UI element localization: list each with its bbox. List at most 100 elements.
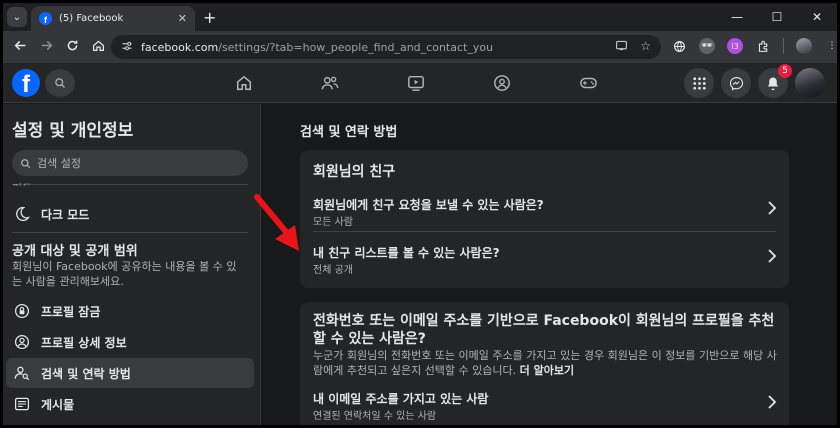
forward-button[interactable] <box>33 39 59 56</box>
card-title: 회원님의 친구 <box>313 164 396 180</box>
puzzle-extensions-icon[interactable] <box>755 38 771 54</box>
friend-list-visibility-row[interactable]: 내 친구 리스트를 볼 수 있는 사람은? 전체 공개 <box>300 242 789 286</box>
sidebar-divider <box>12 232 248 233</box>
sidebar-item-posts[interactable]: 게시물 <box>6 389 254 419</box>
sidebar-item-label: 프로필 잠금 <box>41 304 101 319</box>
sidebar-title: 설정 및 개인정보 <box>12 121 134 141</box>
cast-icon[interactable] <box>615 39 628 55</box>
omnibox-actions: ☆ <box>615 39 651 55</box>
arrow-right-icon <box>41 40 52 50</box>
site-info-icon[interactable] <box>121 40 133 55</box>
maximize-button[interactable]: ☐ <box>757 3 797 31</box>
learn-more-link[interactable]: 더 알아보기 <box>520 364 574 377</box>
setting-value: 모든 사람 <box>313 217 353 228</box>
facebook-header-actions: 5 <box>684 64 825 98</box>
friends-settings-card: 회원님의 친구 회원님에게 친구 요청을 보낼 수 있는 사람은? 모든 사람 … <box>300 150 789 288</box>
setting-question: 내 이메일 주소를 가지고 있는 사람 <box>313 392 489 406</box>
sidebar-item-label: 다크 모드 <box>41 207 90 222</box>
url-path: /settings/?tab=how_people_find_and_conta… <box>218 40 494 54</box>
reload-button[interactable] <box>59 39 85 56</box>
sidebar-item-dark-mode[interactable]: 다크 모드 <box>6 199 254 229</box>
bookmark-star-icon[interactable]: ☆ <box>640 39 651 55</box>
home-icon <box>236 75 252 91</box>
sidebar-item-label: 프로필 상세 정보 <box>41 335 127 350</box>
home-button[interactable] <box>85 39 111 56</box>
contact-info-card: 전화번호 또는 이메일 주소를 기반으로 Facebook이 회원님의 프로필을… <box>300 302 789 425</box>
card-description: 누군가 회원님의 전화번호 또는 이메일 주소를 가지고 있는 경우 회원님은 … <box>313 348 779 378</box>
back-button[interactable] <box>7 39 33 56</box>
facebook-header: f 5 <box>3 63 837 103</box>
tab-search-button[interactable]: ⌄ <box>7 7 27 27</box>
chevron-right-icon <box>768 201 777 215</box>
sidebar-item-feed-clipped[interactable]: 피드 <box>12 180 32 186</box>
friends-icon <box>321 76 339 90</box>
setting-question: 회원님에게 친구 요청을 보낼 수 있는 사람은? <box>313 198 544 212</box>
chevron-right-icon <box>768 395 777 409</box>
setting-value: 전체 공개 <box>313 265 353 276</box>
nav-home[interactable] <box>201 63 287 103</box>
video-icon <box>408 75 424 91</box>
tab-title: (5) Facebook <box>59 13 124 24</box>
sidebar-item-profile-lock[interactable]: 프로필 잠금 <box>6 296 254 326</box>
setting-question: 내 친구 리스트를 볼 수 있는 사람은? <box>313 246 500 260</box>
chevron-down-icon: ⌄ <box>12 11 22 23</box>
sidebar-item-find-and-contact[interactable]: 검색 및 연락 방법 <box>6 358 254 388</box>
search-icon <box>21 158 31 168</box>
nav-groups[interactable] <box>459 63 545 103</box>
sidebar-item-label: 검색 및 연락 방법 <box>41 366 131 381</box>
more-menu-icon[interactable]: ⋮ <box>824 38 837 54</box>
sidebar-item-profile-details[interactable]: 프로필 상세 정보 <box>6 327 254 357</box>
search-placeholder: 검색 설정 <box>37 157 81 170</box>
sidebar-item-label: 게시물 <box>41 397 75 412</box>
privacy-section-description: 회원님이 Facebook에 공유하는 내용을 볼 수 있는 사람을 관리해보세… <box>12 260 237 288</box>
close-tab-icon[interactable]: ✕ <box>178 12 187 25</box>
globe-extension-icon[interactable] <box>671 38 687 54</box>
tab-strip: ⌄ f (5) Facebook ✕ + — ☐ ✕ <box>3 3 837 31</box>
browser-profile-avatar[interactable] <box>796 38 812 54</box>
page-title: 검색 및 연락 방법 <box>300 125 398 140</box>
facebook-favicon-icon: f <box>39 12 52 25</box>
account-avatar[interactable] <box>795 68 825 98</box>
nav-gaming[interactable] <box>545 63 631 103</box>
new-tab-icon[interactable]: + <box>203 8 216 27</box>
url-host: facebook.com <box>141 40 219 54</box>
extensions-area: 🕶 l3 ⋮ <box>671 38 837 54</box>
nav-watch[interactable] <box>373 63 459 103</box>
gamepad-icon <box>579 77 597 89</box>
search-icon <box>55 78 65 88</box>
sidebar-divider <box>12 184 248 185</box>
moon-icon <box>13 205 31 223</box>
toolbar-separator <box>783 38 784 54</box>
lock-person-icon <box>13 302 31 320</box>
incognito-extension-icon[interactable]: 🕶 <box>699 38 715 54</box>
close-window-button[interactable]: ✕ <box>797 3 837 31</box>
notifications-button[interactable]: 5 <box>758 64 792 98</box>
row-divider <box>313 231 776 232</box>
privacy-section-title: 공개 대상 및 공개 범위 <box>12 244 138 259</box>
url-text: facebook.com/settings/?tab=how_people_fi… <box>141 41 615 54</box>
setting-value: 연결된 연락처일 수 있는 사람 <box>313 411 437 422</box>
browser-window: ⌄ f (5) Facebook ✕ + — ☐ ✕ facebook.com/… <box>3 3 837 425</box>
reload-icon <box>67 40 77 50</box>
facebook-logo[interactable]: f <box>12 69 40 97</box>
minimize-button[interactable]: — <box>717 3 757 31</box>
facebook-search-button[interactable] <box>45 69 75 97</box>
messenger-icon <box>729 76 743 90</box>
settings-search-input[interactable]: 검색 설정 <box>12 150 248 176</box>
profile-icon <box>13 333 31 351</box>
email-lookup-setting-row[interactable]: 내 이메일 주소를 가지고 있는 사람 연결된 연락처일 수 있는 사람 <box>300 388 789 425</box>
address-bar[interactable]: facebook.com/settings/?tab=how_people_fi… <box>111 35 661 59</box>
grid-menu-icon <box>692 76 706 90</box>
groups-icon <box>494 75 510 91</box>
browser-tab[interactable]: f (5) Facebook ✕ <box>31 6 195 31</box>
annotation-arrow-icon <box>254 194 299 251</box>
arrow-left-icon <box>14 40 25 50</box>
messenger-button[interactable] <box>721 68 751 98</box>
profile-extension-icon[interactable]: l3 <box>727 38 743 54</box>
nav-friends[interactable] <box>287 63 373 103</box>
menu-button[interactable] <box>684 68 714 98</box>
settings-main-panel: 검색 및 연락 방법 회원님의 친구 회원님에게 친구 요청을 보낼 수 있는 … <box>262 104 837 425</box>
person-search-icon <box>13 364 31 382</box>
facebook-main-nav <box>201 63 631 103</box>
home-icon <box>92 40 104 51</box>
